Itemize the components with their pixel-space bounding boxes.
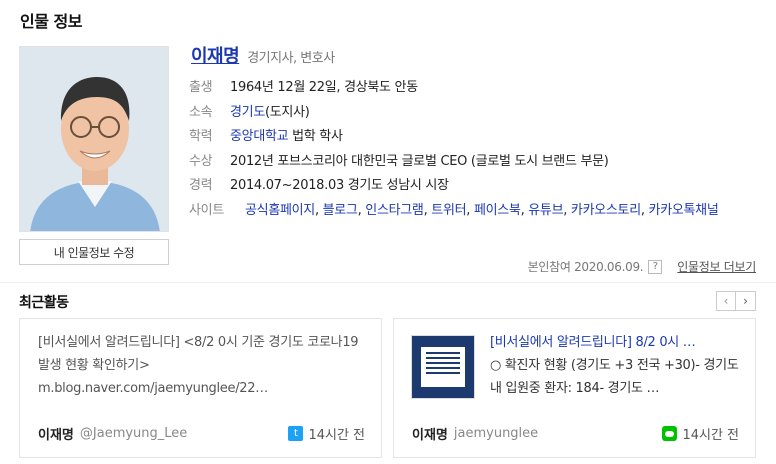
activity-author: 이재명 [412,428,448,443]
twitter-icon: t [288,426,304,441]
info-label: 경력 [189,178,213,193]
info-label: 수상 [189,153,213,169]
activity-author: 이재명 [38,428,74,443]
person-name-link[interactable]: 이재명 [191,42,240,68]
activity-text[interactable]: ○ 확진자 현황 (경기도 +3 전국 +30)- 경기도 내 입원중 환자: … [490,358,739,396]
info-value: (도지사) [264,104,310,120]
info-value: 2014.07~2018.03 경기도 성남시 시장 [230,178,449,193]
info-row-birth: 출생 1964년 12월 22일, 경상북도 안동 [189,76,769,101]
activity-handle: @Jaemyung_Lee [79,426,188,441]
info-label: 출생 [189,80,213,95]
info-label: 소속 [189,104,213,120]
recent-activity-title: 최근활동 [19,295,69,311]
activity-time: 14시간 전 [682,428,739,443]
person-job: 경기지사, 변호사 [247,51,335,66]
profile-photo[interactable] [19,46,169,232]
info-label: 사이트 [189,202,224,218]
line-icon [662,426,678,441]
help-icon[interactable]: ? [648,259,663,274]
info-value: 2012년 포브스코리아 대한민국 글로벌 CEO (글로벌 도시 브랜드 부문… [230,153,609,169]
more-profile-link[interactable]: 인물정보 더보기 [677,258,756,275]
info-row-affiliation: 소속 경기도(도지사) [189,101,769,126]
site-link-kakaotalk-channel[interactable]: 카카오톡채널 [649,203,719,218]
activity-text[interactable]: [비서실에서 알려드립니다] <8/2 0시 기준 경기도 코로나19 발생 현… [38,331,365,400]
info-row-career: 경력 2014.07~2018.03 경기도 성남시 시장 [189,174,769,199]
info-value: 1964년 12월 22일, 경상북도 안동 [230,80,418,95]
profile-info: 출생 1964년 12월 22일, 경상북도 안동 소속 경기도(도지사) 학력… [189,76,769,223]
section-title: 인물 정보 [20,12,82,31]
school-link[interactable]: 중앙대학교 [230,129,289,144]
person-photo-icon [20,47,168,231]
profile-meta: 본인참여 2020.06.09. ? 인물정보 더보기 [528,258,756,275]
site-link-instagram[interactable]: 인스타그램 [365,203,424,218]
site-link-facebook[interactable]: 페이스북 [474,203,521,218]
activity-headline[interactable]: [비서실에서 알려드립니다] 8/2 0시 … [490,335,696,350]
activity-time: 14시간 전 [308,428,365,443]
divider [0,282,776,283]
self-participation-text: 본인참여 2020.06.09. [527,260,644,274]
info-row-sites: 사이트 공식홈페이지, 블로그, 인스타그램, 트위터, 페이스북, 유튜브, … [189,199,769,224]
affiliation-link[interactable]: 경기도 [230,105,265,120]
activity-card-line[interactable]: [비서실에서 알려드립니다] 8/2 0시 … ○ 확진자 현황 (경기도 +3… [393,318,756,458]
edit-profile-button[interactable]: 내 인물정보 수정 [19,239,169,265]
next-arrow-icon[interactable]: › [736,291,756,311]
activity-card-twitter[interactable]: [비서실에서 알려드립니다] <8/2 0시 기준 경기도 코로나19 발생 현… [19,318,382,458]
site-link-homepage[interactable]: 공식홈페이지 [245,203,315,218]
site-link-kakaostory[interactable]: 카카오스토리 [571,203,641,218]
info-label: 학력 [189,129,213,144]
site-link-youtube[interactable]: 유튜브 [528,203,563,218]
info-row-award: 수상 2012년 포브스코리아 대한민국 글로벌 CEO (글로벌 도시 브랜드… [189,150,769,175]
activity-handle: jaemyunglee [453,426,539,441]
prev-arrow-icon[interactable]: ‹ [716,291,736,311]
site-link-twitter[interactable]: 트위터 [431,203,466,218]
info-value: 법학 학사 [288,129,343,144]
post-thumbnail-image[interactable] [411,335,475,399]
recent-pager: ‹ › [716,291,756,311]
site-link-blog[interactable]: 블로그 [323,203,358,218]
info-row-education: 학력 중앙대학교 법학 학사 [189,125,769,150]
